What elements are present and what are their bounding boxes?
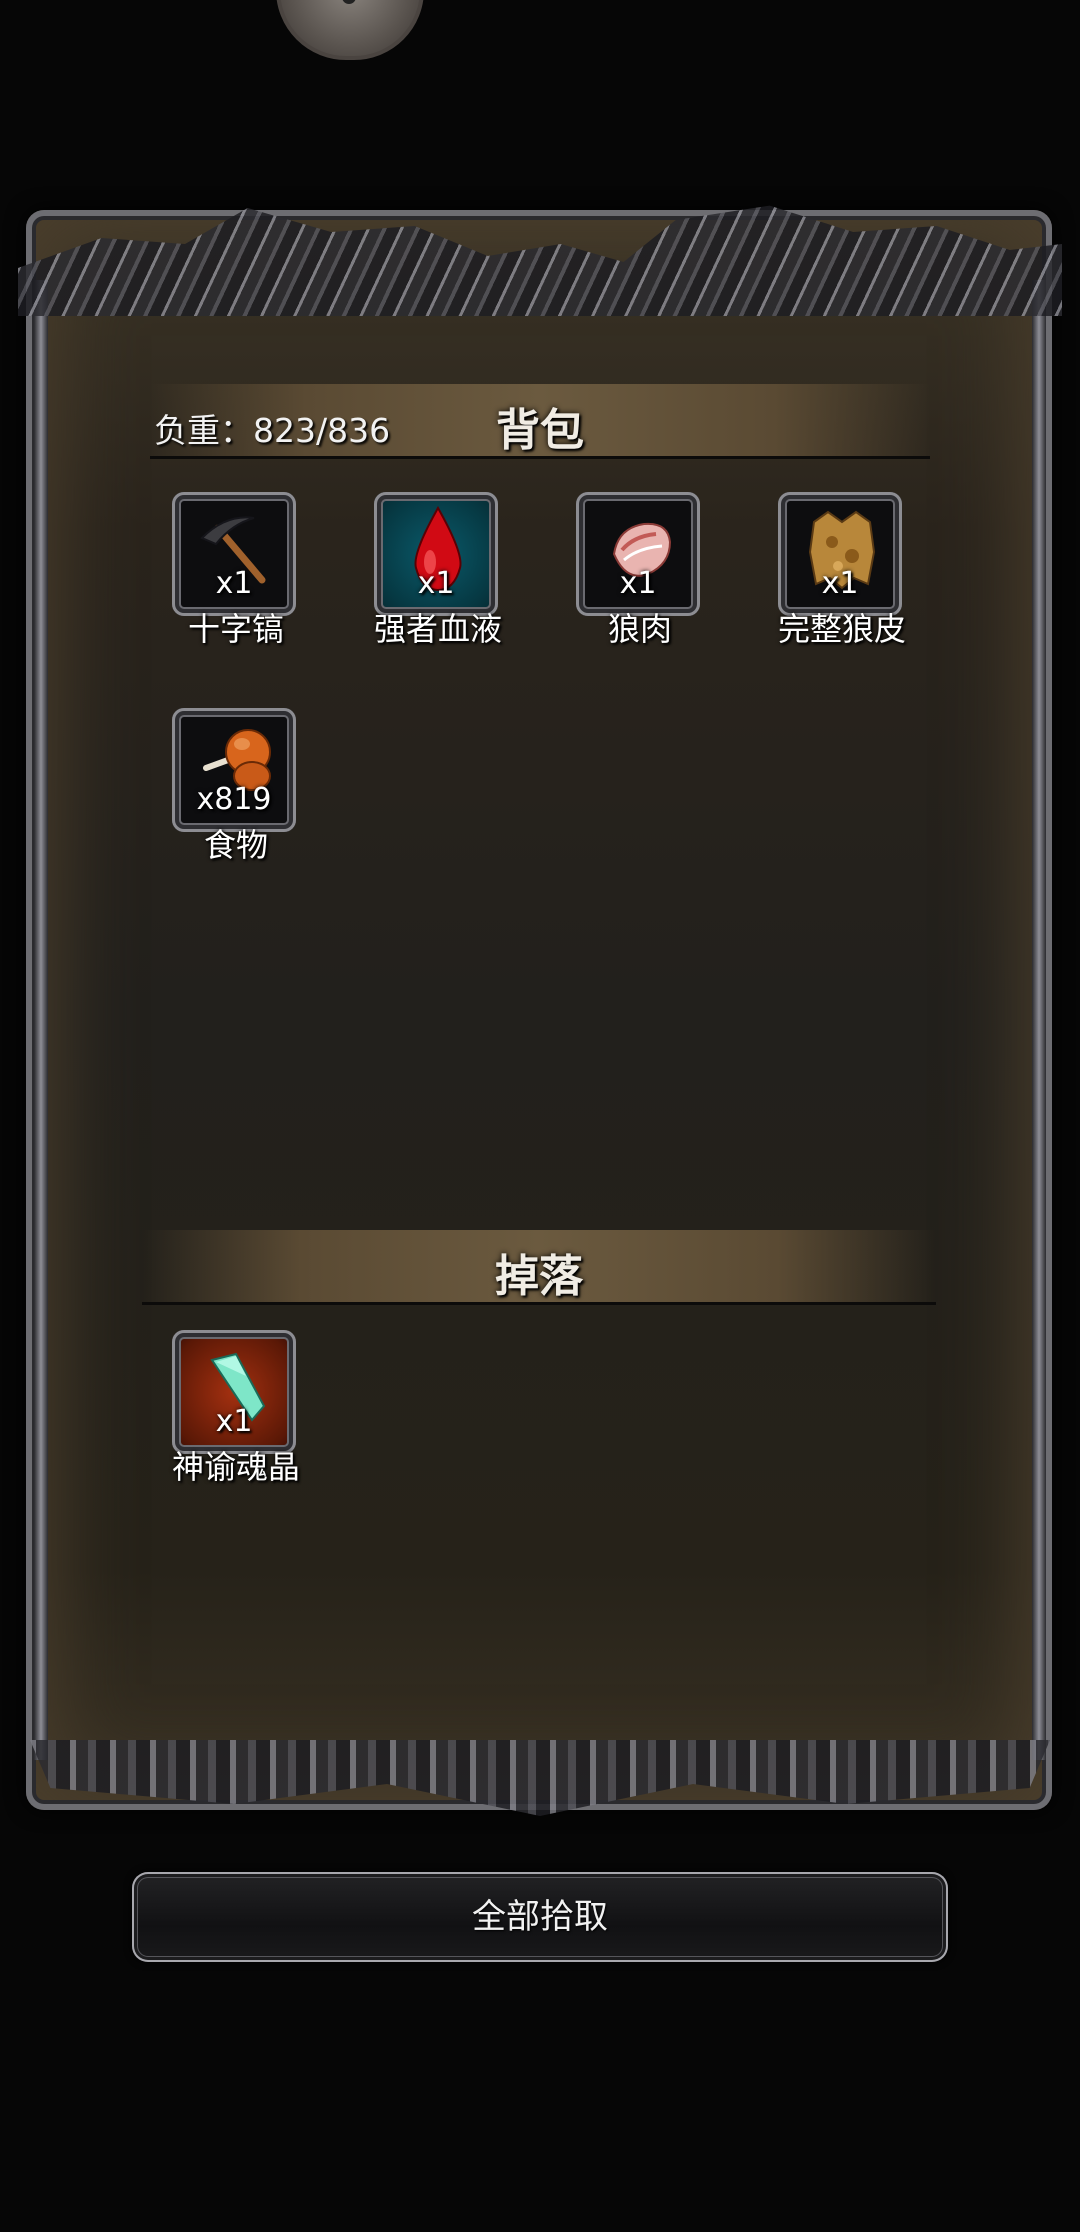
weight-label: 负重：823/836 xyxy=(154,411,391,450)
item-quantity: x819 xyxy=(196,782,272,817)
item-name: 强者血液 xyxy=(373,610,502,648)
item-quantity: x1 xyxy=(417,566,455,601)
item-name: 十字镐 xyxy=(187,610,284,648)
item-name: 完整狼皮 xyxy=(777,610,906,648)
frame-border-left xyxy=(34,280,48,1760)
bag-item-food[interactable]: x819 食物 xyxy=(136,708,336,868)
pickup-all-button[interactable]: 全部拾取 xyxy=(132,1872,948,1962)
avatar[interactable] xyxy=(276,0,424,60)
drop-header: 掉落 xyxy=(142,1230,936,1305)
frame-border-right xyxy=(1032,280,1046,1760)
bag-item-pickaxe[interactable]: x1 十字镐 xyxy=(136,492,336,652)
drop-item-soul-crystal[interactable]: x1 神谕魂晶 xyxy=(136,1330,336,1490)
item-quantity: x1 xyxy=(215,1404,253,1439)
item-name: 狼肉 xyxy=(607,610,672,648)
item-name: 食物 xyxy=(203,826,268,864)
item-quantity: x1 xyxy=(821,566,859,601)
drop-title: 掉落 xyxy=(495,1251,583,1302)
item-quantity: x1 xyxy=(619,566,657,601)
bag-item-wolf-meat[interactable]: x1 狼肉 xyxy=(540,492,740,652)
bag-item-blood[interactable]: x1 强者血液 xyxy=(338,492,538,652)
item-name: 神谕魂晶 xyxy=(171,1448,300,1486)
avatar-nose xyxy=(342,0,356,4)
bag-item-wolf-pelt[interactable]: x1 完整狼皮 xyxy=(742,492,942,652)
item-quantity: x1 xyxy=(215,566,253,601)
